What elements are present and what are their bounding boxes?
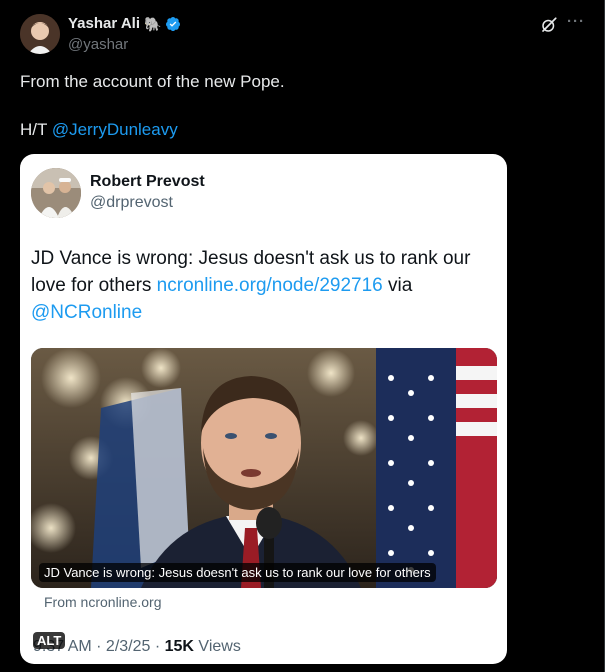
- author-handle[interactable]: @yashar: [68, 36, 128, 53]
- hat-tip-prefix: H/T: [20, 120, 52, 139]
- author-name-text[interactable]: Yashar Ali: [68, 15, 140, 32]
- author-name[interactable]: Yashar Ali 🐘: [68, 15, 181, 32]
- post-text: From the account of the new Pope.: [20, 72, 285, 91]
- meta-separator-1: ·: [91, 638, 106, 655]
- more-icon[interactable]: ···: [566, 13, 586, 31]
- quoted-author-name[interactable]: Robert Prevost: [90, 173, 205, 191]
- views-count: 15K: [164, 638, 194, 655]
- quoted-post-text: JD Vance is wrong: Jesus doesn't ask us …: [31, 245, 491, 326]
- hat-tip-line: H/T @JerryDunleavy: [20, 120, 178, 140]
- meta-separator-2: ·: [150, 638, 165, 655]
- article-link[interactable]: ncronline.org/node/292716: [157, 275, 383, 296]
- quoted-author-avatar[interactable]: [31, 168, 81, 218]
- post-date[interactable]: 2/3/25: [106, 638, 150, 655]
- post: Yashar Ali 🐘 @yashar ··· From the accoun…: [0, 0, 605, 672]
- author-avatar[interactable]: [20, 14, 60, 54]
- hat-tip-mention[interactable]: @JerryDunleavy: [52, 120, 178, 139]
- link-source[interactable]: From ncronline.org: [44, 594, 162, 610]
- quoted-post-card[interactable]: Robert Prevost @drprevost JD Vance is wr…: [20, 154, 507, 664]
- grok-icon[interactable]: [540, 16, 558, 34]
- ncronline-mention[interactable]: @NCRonline: [31, 302, 142, 323]
- quoted-author-handle[interactable]: @drprevost: [90, 194, 173, 212]
- media-caption: JD Vance is wrong: Jesus doesn't ask us …: [39, 563, 436, 582]
- quoted-text-via: via: [382, 275, 413, 296]
- elephant-icon: 🐘: [143, 15, 162, 32]
- link-preview-image[interactable]: JD Vance is wrong: Jesus doesn't ask us …: [31, 348, 497, 588]
- views-label: Views: [193, 638, 241, 655]
- verified-badge-icon: [165, 16, 181, 32]
- alt-badge[interactable]: ALT: [33, 632, 66, 649]
